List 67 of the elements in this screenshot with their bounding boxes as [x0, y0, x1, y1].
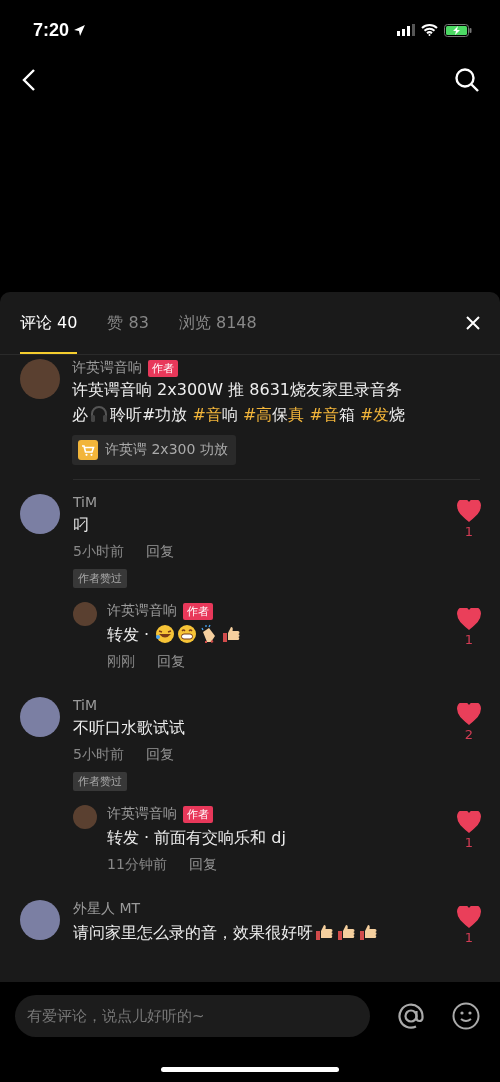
headphones-icon	[89, 404, 109, 424]
user-name: 许英谔音响	[107, 805, 177, 823]
thumbs-up-icon	[358, 922, 378, 942]
comment-time: 刚刚	[107, 653, 135, 671]
heart-icon[interactable]	[457, 703, 481, 725]
laughing-face-icon	[155, 624, 176, 644]
author-badge: 作者	[183, 805, 213, 823]
user-name: TiM	[73, 697, 98, 713]
post-text: 必	[72, 405, 88, 424]
heart-icon[interactable]	[457, 906, 481, 928]
comment-text: 请问家里怎么录的音，效果很好呀	[73, 923, 313, 942]
reply-button[interactable]: 回复	[188, 856, 217, 874]
back-icon[interactable]	[22, 68, 36, 92]
product-link[interactable]: 许英谔 2x300 功放	[72, 435, 236, 465]
comment-time: 5小时前	[73, 543, 124, 561]
avatar-photo	[20, 900, 60, 940]
like-count: 1	[464, 930, 474, 945]
emoji-icon[interactable]	[452, 1002, 480, 1030]
comment-input[interactable]: 有爱评论，说点儿好听的~	[15, 995, 370, 1037]
reply-button[interactable]: 回复	[145, 746, 174, 764]
author-badge: 作者	[183, 602, 213, 620]
author-liked-tag: 作者赞过	[73, 772, 127, 791]
post-text: 许英谔音响 2x300W 推 8631烧友家里录音务	[72, 380, 402, 399]
reply-button[interactable]: 回复	[145, 543, 174, 561]
like-count: 1	[464, 524, 474, 539]
comment-text: 叼	[73, 515, 89, 534]
tab[interactable]: 评论 40	[20, 292, 78, 354]
reply-button[interactable]: 回复	[157, 653, 185, 671]
thumbs-up-icon	[221, 624, 242, 644]
thumbs-up-icon	[314, 922, 334, 942]
search-icon[interactable]	[454, 67, 480, 93]
at-sign-icon[interactable]	[396, 1001, 426, 1031]
user-name: 外星人 MT	[73, 900, 141, 918]
heart-icon[interactable]	[457, 500, 481, 522]
comment-text: 转发 ·	[107, 625, 151, 644]
tab[interactable]: 浏览 8148	[178, 292, 257, 354]
avatar-photo	[20, 494, 60, 534]
user-name: TiM	[73, 494, 98, 510]
author-badge: 作者	[148, 359, 178, 377]
like-count: 1	[464, 835, 474, 850]
comment-time: 11分钟前	[107, 856, 167, 874]
wifi-icon	[421, 24, 438, 36]
battery-charging-icon	[444, 23, 472, 37]
close-icon[interactable]	[466, 316, 480, 330]
tab[interactable]: 赞 83	[107, 292, 149, 354]
like-count: 1	[464, 632, 474, 647]
thumbs-up-icon	[336, 922, 356, 942]
cart-icon	[78, 440, 98, 460]
heart-icon[interactable]	[457, 811, 481, 833]
comment-text: 不听口水歌试试	[73, 718, 185, 737]
status-time: 7:20	[33, 19, 70, 41]
like-count: 2	[464, 727, 474, 742]
location-arrow-icon	[73, 23, 87, 37]
avatar-photo	[20, 697, 60, 737]
avatar-photo	[73, 805, 97, 829]
author-liked-tag: 作者赞过	[73, 569, 127, 588]
heart-icon[interactable]	[457, 608, 481, 630]
grinning-face-icon	[177, 624, 198, 644]
avatar-photo	[73, 602, 97, 626]
comment-time: 5小时前	[73, 746, 124, 764]
comment-text: 转发 · 前面有交响乐和 dj	[107, 828, 286, 847]
product-name: 许英谔 2x300 功放	[105, 441, 228, 459]
author-name: 许英谔音响	[72, 359, 142, 377]
signal-icon	[397, 24, 415, 36]
user-name: 许英谔音响	[107, 602, 177, 620]
avatar-photo	[20, 359, 60, 399]
post-text: 聆听#功放 #音响 #高保真 #音箱 #发烧	[110, 405, 406, 424]
